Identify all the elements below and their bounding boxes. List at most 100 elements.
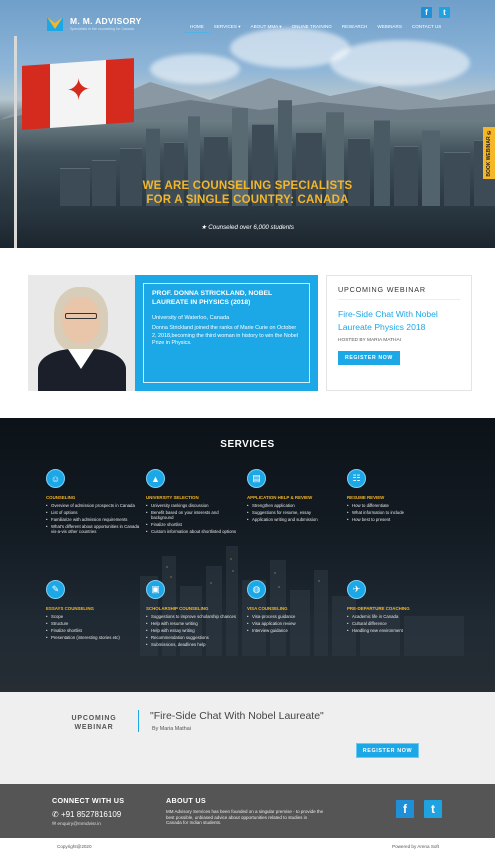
copyright: Copyright@2020 xyxy=(57,844,92,849)
service-point: Help with resume writing xyxy=(146,621,242,627)
nav-about[interactable]: ABOUT MMA ▾ xyxy=(246,24,287,33)
service-name: PRE-DEPARTURE COACHING xyxy=(347,606,410,611)
service-point: Scope xyxy=(46,614,142,620)
bottom-bar: Copyright@2020 Powered by Arena Soft xyxy=(0,838,495,854)
book-webinar-tab[interactable]: BOOK WEBINAR ✆ xyxy=(483,127,495,179)
certificate-icon: ▣ xyxy=(146,580,165,599)
upcoming-label-line1: UPCOMING xyxy=(71,715,117,722)
services-title: SERVICES xyxy=(220,439,275,450)
laureate-university: University of Waterloo, Canada xyxy=(152,315,230,321)
service-point: Custom information about shortlisted opt… xyxy=(146,529,242,535)
service-name: VISA COUNSELING xyxy=(247,606,288,611)
flagpole xyxy=(14,36,17,248)
airplane-icon: ✈ xyxy=(347,580,366,599)
about-heading: ABOUT US xyxy=(166,796,206,805)
header-social-links: f t xyxy=(421,7,450,18)
service-scholarship-counseling[interactable]: ▣ SCHOLARSHIP COUNSELING Suggestions to … xyxy=(146,580,242,649)
footer: CONNECT WITH US ✆ +91 8527816109 ✉ enqui… xyxy=(0,784,495,838)
service-essays-counseling[interactable]: ✎ ESSAYS COUNSELING Scope Structure Fina… xyxy=(46,580,142,642)
webinar-card-heading: UPCOMING WEBINAR xyxy=(338,285,460,300)
email-address: enquiry@mmdvisr.in xyxy=(57,822,101,827)
laureate-profile: PROF. DONNA STRICKLAND, NOBEL LAUREATE I… xyxy=(28,275,318,391)
nav-home[interactable]: HOME xyxy=(185,24,209,33)
maple-leaf-icon: ✦ xyxy=(66,73,92,108)
twitter-icon[interactable]: t xyxy=(439,7,450,18)
nav-research[interactable]: RESEARCH xyxy=(337,24,373,33)
service-visa-counseling[interactable]: ◍ VISA COUNSELING Visa-process guidance … xyxy=(247,580,343,635)
hero-headline-line2: FOR A SINGLE COUNTRY: CANADA xyxy=(146,194,349,206)
logo-mark-icon xyxy=(47,17,63,31)
laureate-title: PROF. DONNA STRICKLAND, NOBEL LAUREATE I… xyxy=(152,290,273,306)
service-point: Visa-process guidance xyxy=(247,614,343,620)
laureate-description: Donna Strickland joined the ranks of Mar… xyxy=(152,325,298,347)
webinar-card-title[interactable]: Fire-Side Chat With Nobel Laureate Physi… xyxy=(338,308,460,333)
nav-webinars[interactable]: WEBINARS xyxy=(372,24,407,33)
register-now-button-strip[interactable]: REGISTER NOW xyxy=(356,743,419,758)
services-section: SERVICES ☺ COUNSELING Overview of admiss… xyxy=(0,418,495,692)
globe-icon: ◍ xyxy=(247,580,266,599)
graduation-cap-icon: ▲ xyxy=(146,469,165,488)
brand-name: M. M. ADVISORY xyxy=(70,15,142,26)
hero-headline: WE ARE COUNSELING SPECIALISTS FOR A SING… xyxy=(0,179,495,207)
service-point: Help with essay writing xyxy=(146,628,242,634)
service-pre-departure[interactable]: ✈ PRE-DEPARTURE COACHING Academic life i… xyxy=(347,580,443,635)
service-name: APPLICATION HELP & REVIEW xyxy=(247,495,313,500)
document-icon: ▤ xyxy=(247,469,266,488)
phone-icon: ✆ xyxy=(52,810,61,819)
service-point: Visa application review xyxy=(247,621,343,627)
service-application-help[interactable]: ▤ APPLICATION HELP & REVIEW Strengthen a… xyxy=(247,469,343,524)
service-point: Handling new environment xyxy=(347,628,443,634)
service-point: Structure xyxy=(46,621,142,627)
facebook-icon[interactable]: f xyxy=(396,800,414,818)
service-point: Submissions, deadlines help xyxy=(146,642,242,648)
footer-phone[interactable]: ✆ +91 8527816109 xyxy=(52,810,121,819)
upcoming-webinar-card: UPCOMING WEBINAR Fire-Side Chat With Nob… xyxy=(326,275,472,391)
facebook-icon[interactable]: f xyxy=(421,7,432,18)
service-point: List of options xyxy=(46,510,142,516)
service-point: Overview of admission prospects in Canad… xyxy=(46,503,142,509)
service-counseling[interactable]: ☺ COUNSELING Overview of admission prosp… xyxy=(46,469,142,536)
upcoming-label-line2: WEBINAR xyxy=(74,723,114,731)
service-point: Strengthen application xyxy=(247,503,343,509)
service-resume-review[interactable]: ☷ RESUME REVIEW How to differentiate Wha… xyxy=(347,469,443,524)
service-name: SCHOLARSHIP COUNSELING xyxy=(146,606,209,611)
nav-contact[interactable]: CONTACT US xyxy=(407,24,446,33)
service-point: Presentation (interesting stories etc) xyxy=(46,635,142,641)
about-text: MM Advisory Services has been founded on… xyxy=(166,809,324,826)
service-point: How best to present xyxy=(347,517,443,523)
register-now-button[interactable]: REGISTER NOW xyxy=(338,351,400,365)
service-point: What's different about opportunities in … xyxy=(46,524,142,535)
connect-heading: CONNECT WITH US xyxy=(52,796,125,805)
divider xyxy=(138,710,139,732)
brand-tagline: Specialists in the counseling for Canada xyxy=(70,26,134,31)
service-point: Recommendation suggestions xyxy=(146,635,242,641)
hero-section: ✦ M. M. ADVISORY Specialists in the coun… xyxy=(0,0,495,248)
service-point: Finalize shortlist xyxy=(46,628,142,634)
footer-email[interactable]: ✉ enquiry@mmdvisr.in xyxy=(52,822,101,827)
service-point: University rankings discussion xyxy=(146,503,242,509)
upcoming-webinar-host: By Maria Mathai xyxy=(152,726,191,732)
laureate-photo xyxy=(28,275,135,391)
service-name: ESSAYS COUNSELING xyxy=(46,606,94,611)
service-point: Suggestions to improve scholarship chanc… xyxy=(146,614,242,620)
canada-flag-image: ✦ xyxy=(22,58,134,130)
twitter-icon[interactable]: t xyxy=(424,800,442,818)
footer-social-links: f t xyxy=(396,800,442,818)
brand-logo[interactable]: M. M. ADVISORY Specialists in the counse… xyxy=(45,13,142,33)
upcoming-webinar-title[interactable]: "Fire-Side Chat With Nobel Laureate" xyxy=(150,710,324,722)
service-point: Suggestions for resume, essay xyxy=(247,510,343,516)
service-university-selection[interactable]: ▲ UNIVERSITY SELECTION University rankin… xyxy=(146,469,242,536)
upcoming-webinar-strip: UPCOMING WEBINAR "Fire-Side Chat With No… xyxy=(0,692,495,784)
book-webinar-label: BOOK WEBINAR ✆ xyxy=(486,129,492,177)
pencil-icon: ✎ xyxy=(46,580,65,599)
nav-services[interactable]: SERVICES ▾ xyxy=(209,24,246,33)
main-nav: HOME SERVICES ▾ ABOUT MMA ▾ ONLINE TRAIN… xyxy=(185,24,446,33)
nav-online-training[interactable]: ONLINE TRAINING xyxy=(287,24,337,33)
header: M. M. ADVISORY Specialists in the counse… xyxy=(0,0,495,50)
laureate-info-box: PROF. DONNA STRICKLAND, NOBEL LAUREATE I… xyxy=(135,275,318,391)
upcoming-webinar-label: UPCOMING WEBINAR xyxy=(60,715,128,732)
powered-by[interactable]: Powered by Arena Soft xyxy=(392,844,439,849)
page: ✦ M. M. ADVISORY Specialists in the coun… xyxy=(0,0,495,854)
service-point: Interview guidance xyxy=(247,628,343,634)
service-point: Academic life in Canada xyxy=(347,614,443,620)
